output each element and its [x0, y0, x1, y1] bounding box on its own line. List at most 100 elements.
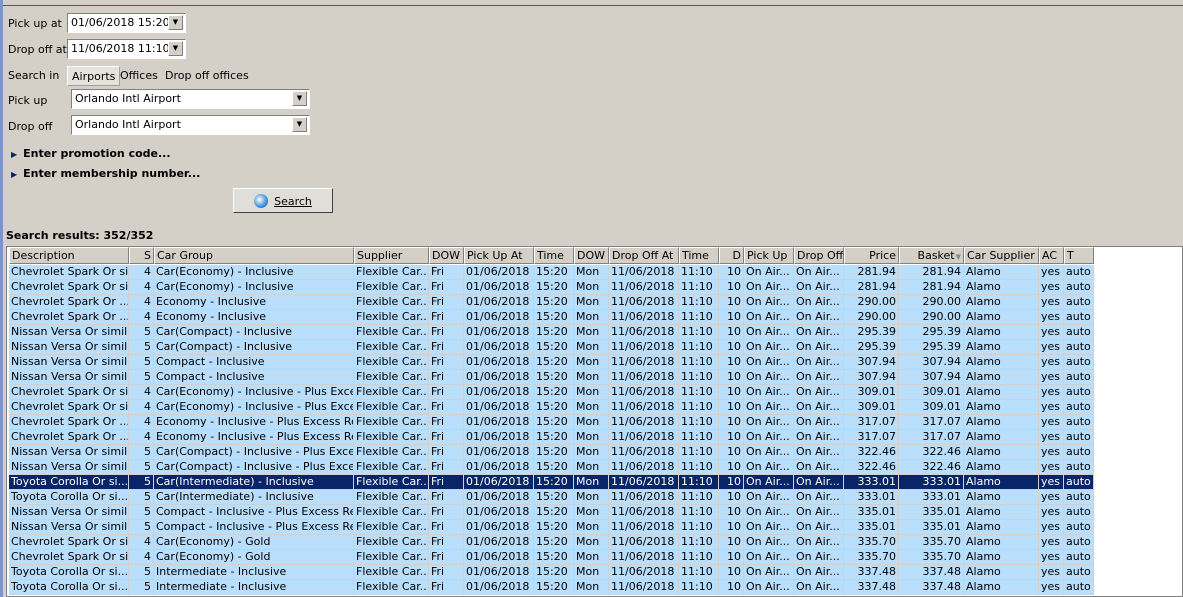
cell-basket: 335.01 [899, 520, 964, 535]
column-header-dropoff-type[interactable]: Drop Off [794, 247, 844, 264]
cell-dropoff-at: 11/06/2018 [609, 400, 679, 415]
cell-car-supplier: Alamo [964, 475, 1039, 490]
column-header-dropoff-at[interactable]: Drop Off At [609, 247, 679, 264]
cell-ac: yes [1039, 565, 1064, 580]
dropdown-arrow-icon[interactable]: ▼ [168, 15, 183, 30]
cell-price: 322.46 [844, 445, 899, 460]
promotion-code-expander[interactable]: ▶ Enter promotion code... [11, 147, 171, 160]
column-header-car-group[interactable]: Car Group [154, 247, 354, 264]
column-header-ac[interactable]: AC [1039, 247, 1064, 264]
membership-number-expander[interactable]: ▶ Enter membership number... [11, 167, 200, 180]
dropoff-at-datetime[interactable]: 11/06/2018 11:10 ▼ [67, 39, 186, 59]
cell-pickup-type: On Air... [744, 535, 794, 550]
cell-description: Chevrolet Spark Or ... [9, 295, 129, 310]
column-header-supplier[interactable]: Supplier [354, 247, 429, 264]
search-button[interactable]: Search [233, 188, 333, 213]
column-header-car-supplier[interactable]: Car Supplier [964, 247, 1039, 264]
pickup-at-value: 01/06/2018 15:20 [71, 16, 170, 29]
cell-description: Nissan Versa Or simil... [9, 370, 129, 385]
results-grid[interactable]: Description S Car Group Supplier DOW Pick Up … [6, 246, 1183, 597]
column-header-pickup-time[interactable]: Time [534, 247, 574, 264]
cell-price: 335.70 [844, 535, 899, 550]
cell-dropoff-time: 11:10 [679, 430, 719, 445]
cell-pickup-type: On Air... [744, 565, 794, 580]
cell-pickup-at: 01/06/2018 [464, 310, 534, 325]
dropdown-arrow-icon[interactable]: ▼ [168, 41, 183, 56]
dropoff-location-select[interactable]: Orlando Intl Airport ▼ [71, 115, 310, 135]
column-header-seats[interactable]: S [129, 247, 154, 264]
cell-supplier: Flexible Car... [354, 565, 429, 580]
column-header-pickup-type[interactable]: Pick Up [744, 247, 794, 264]
cell-description: Toyota Corolla Or si... [9, 565, 129, 580]
cell-price: 317.07 [844, 415, 899, 430]
column-header-basket[interactable]: Basket▼ [899, 247, 964, 264]
cell-transmission: auto [1064, 550, 1094, 565]
cell-days: 10 [719, 265, 744, 280]
cell-price: 335.70 [844, 550, 899, 565]
cell-seats: 4 [129, 280, 154, 295]
cell-description: Toyota Corolla Or si... [9, 580, 129, 595]
dropdown-arrow-icon[interactable]: ▼ [292, 117, 307, 132]
cell-pickup-dow: Fri [429, 415, 464, 430]
column-header-description[interactable]: Description [9, 247, 129, 264]
cell-dropoff-time: 11:10 [679, 370, 719, 385]
tab-drop-off-offices[interactable]: Drop off offices [161, 66, 253, 86]
cell-price: 322.46 [844, 460, 899, 475]
cell-ac: yes [1039, 490, 1064, 505]
pickup-at-label: Pick up at [8, 17, 62, 30]
cell-car-supplier: Alamo [964, 430, 1039, 445]
cell-supplier: Flexible Car... [354, 325, 429, 340]
pickup-at-datetime[interactable]: 01/06/2018 15:20 ▼ [67, 13, 186, 33]
dropdown-arrow-icon[interactable]: ▼ [292, 91, 307, 106]
column-header-pickup-at[interactable]: Pick Up At [464, 247, 534, 264]
cell-dropoff-at: 11/06/2018 [609, 535, 679, 550]
cell-supplier: Flexible Car... [354, 520, 429, 535]
cell-dropoff-type: On Air... [794, 400, 844, 415]
column-header-transmission[interactable]: T [1064, 247, 1094, 264]
cell-supplier: Flexible Car... [354, 475, 429, 490]
pickup-location-value: Orlando Intl Airport [75, 92, 181, 105]
cell-dropoff-dow: Mon [574, 310, 609, 325]
cell-transmission: auto [1064, 355, 1094, 370]
membership-number-label: Enter membership number... [23, 167, 201, 180]
column-header-pickup-dow[interactable]: DOW [429, 247, 464, 264]
cell-ac: yes [1039, 580, 1064, 595]
cell-car-supplier: Alamo [964, 520, 1039, 535]
column-header-dropoff-dow[interactable]: DOW [574, 247, 609, 264]
cell-dropoff-at: 11/06/2018 [609, 280, 679, 295]
column-header-days[interactable]: D [719, 247, 744, 264]
cell-pickup-at: 01/06/2018 [464, 355, 534, 370]
tab-offices[interactable]: Offices [116, 66, 162, 86]
cell-ac: yes [1039, 385, 1064, 400]
cell-dropoff-at: 11/06/2018 [609, 370, 679, 385]
cell-seats: 5 [129, 370, 154, 385]
cell-dropoff-type: On Air... [794, 460, 844, 475]
cell-pickup-at: 01/06/2018 [464, 280, 534, 295]
cell-car-supplier: Alamo [964, 355, 1039, 370]
pickup-location-select[interactable]: Orlando Intl Airport ▼ [71, 89, 310, 109]
cell-transmission: auto [1064, 400, 1094, 415]
cell-description: Toyota Corolla Or si... [9, 490, 129, 505]
column-header-price[interactable]: Price [844, 247, 899, 264]
cell-dropoff-at: 11/06/2018 [609, 310, 679, 325]
cell-ac: yes [1039, 550, 1064, 565]
cell-supplier: Flexible Car... [354, 370, 429, 385]
cell-dropoff-type: On Air... [794, 475, 844, 490]
cell-dropoff-dow: Mon [574, 565, 609, 580]
cell-price: 333.01 [844, 490, 899, 505]
column-header-dropoff-time[interactable]: Time [679, 247, 719, 264]
cell-days: 10 [719, 430, 744, 445]
tab-airports[interactable]: Airports [67, 66, 121, 86]
cell-car-supplier: Alamo [964, 310, 1039, 325]
cell-supplier: Flexible Car... [354, 340, 429, 355]
cell-dropoff-at: 11/06/2018 [609, 520, 679, 535]
cell-seats: 5 [129, 445, 154, 460]
cell-car-supplier: Alamo [964, 385, 1039, 400]
cell-pickup-dow: Fri [429, 565, 464, 580]
cell-pickup-dow: Fri [429, 325, 464, 340]
cell-pickup-type: On Air... [744, 460, 794, 475]
search-in-label: Search in [8, 69, 60, 82]
cell-basket: 317.07 [899, 415, 964, 430]
cell-pickup-type: On Air... [744, 370, 794, 385]
cell-ac: yes [1039, 370, 1064, 385]
